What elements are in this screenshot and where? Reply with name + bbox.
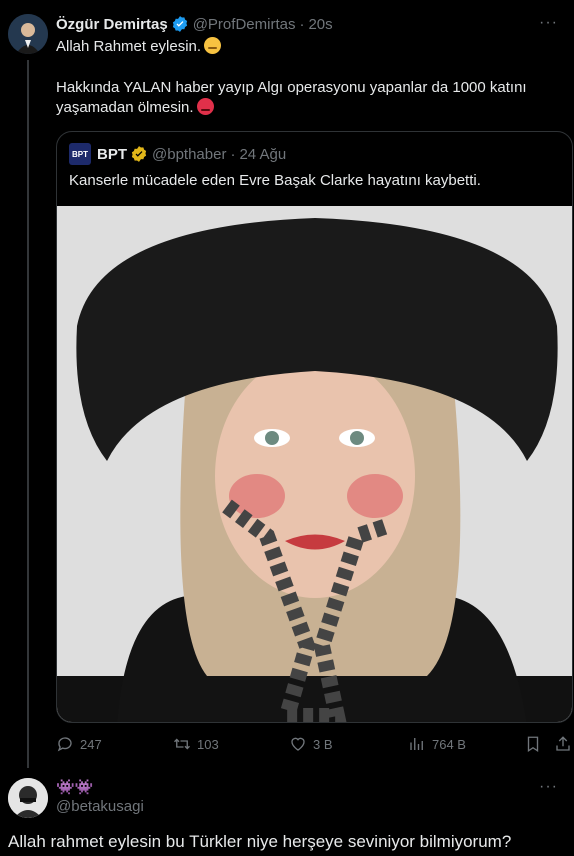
main-tweet[interactable]: Özgür Demirtaş @ProfDemirtas · 20s ··· A…	[0, 0, 574, 770]
tweet-action-bar: 247 103 3 B 764 B	[56, 735, 574, 755]
bookmark-button[interactable]	[524, 735, 542, 753]
reply-button[interactable]: 247	[56, 735, 102, 753]
quoted-tweet-text: Kanserle mücadele eden Evre Başak Clarke…	[69, 172, 481, 189]
separator-dot: ·	[230, 145, 236, 163]
reply-count: 247	[80, 736, 102, 752]
share-button[interactable]	[554, 735, 572, 753]
bookmark-icon	[527, 736, 539, 753]
reply-more-icon[interactable]: ···	[539, 778, 558, 796]
retweet-icon	[174, 738, 190, 750]
like-button[interactable]: 3 B	[289, 735, 333, 753]
thread-line	[27, 60, 29, 768]
tweet-text-1: Allah Rahmet eylesin.	[56, 38, 202, 55]
like-count: 3 B	[313, 736, 333, 752]
tweet-text-line-1: Allah Rahmet eylesin.	[56, 37, 222, 57]
quoted-author-name[interactable]: BPT	[97, 146, 127, 163]
author-avatar[interactable]	[8, 14, 48, 54]
tweet-header: Özgür Demirtaş @ProfDemirtas · 20s	[56, 14, 333, 34]
reply-author-name[interactable]: 👾👾	[56, 778, 93, 796]
quoted-author-handle[interactable]: @bpthaber	[152, 146, 226, 163]
retweet-button[interactable]: 103	[173, 735, 219, 753]
views-count: 764 B	[432, 736, 466, 752]
verified-badge-icon	[172, 16, 187, 32]
relieved-face-emoji-icon	[204, 37, 222, 54]
more-icon[interactable]: ···	[539, 14, 558, 32]
reply-tweet[interactable]: 👾👾 @betakusagi ··· Allah rahmet eylesin …	[0, 770, 574, 856]
author-handle[interactable]: @ProfDemirtas	[193, 16, 296, 33]
share-icon	[556, 736, 570, 751]
tweet-text-2: Hakkında YALAN haber yayıp Algı operasyo…	[56, 79, 527, 116]
quoted-author-logo[interactable]: BPT	[69, 143, 91, 165]
quoted-tweet-photo[interactable]	[57, 206, 572, 722]
reply-text: Allah rahmet eylesin bu Türkler niye her…	[8, 832, 512, 851]
reply-icon	[57, 737, 72, 752]
like-icon	[291, 737, 305, 751]
quoted-tweet[interactable]: BPT BPT @bpthaber · 24 Ağu Kanserle müca…	[56, 131, 573, 723]
author-name[interactable]: Özgür Demirtaş	[56, 16, 168, 33]
views-icon	[410, 738, 423, 750]
reply-author-avatar[interactable]	[8, 778, 48, 818]
separator-dot: ·	[299, 15, 305, 33]
tweet-time[interactable]: 20s	[308, 16, 332, 33]
views-button[interactable]: 764 B	[408, 735, 466, 753]
retweet-count: 103	[197, 736, 219, 752]
gold-verified-badge-icon	[131, 146, 147, 162]
tweet-text-line-2: Hakkında YALAN haber yayıp Algı operasyo…	[56, 78, 556, 118]
reply-author-handle[interactable]: @betakusagi	[56, 798, 144, 815]
angry-face-emoji-icon	[196, 98, 214, 115]
quoted-tweet-header: BPT BPT @bpthaber · 24 Ağu	[69, 143, 286, 165]
quoted-tweet-time[interactable]: 24 Ağu	[239, 146, 286, 163]
